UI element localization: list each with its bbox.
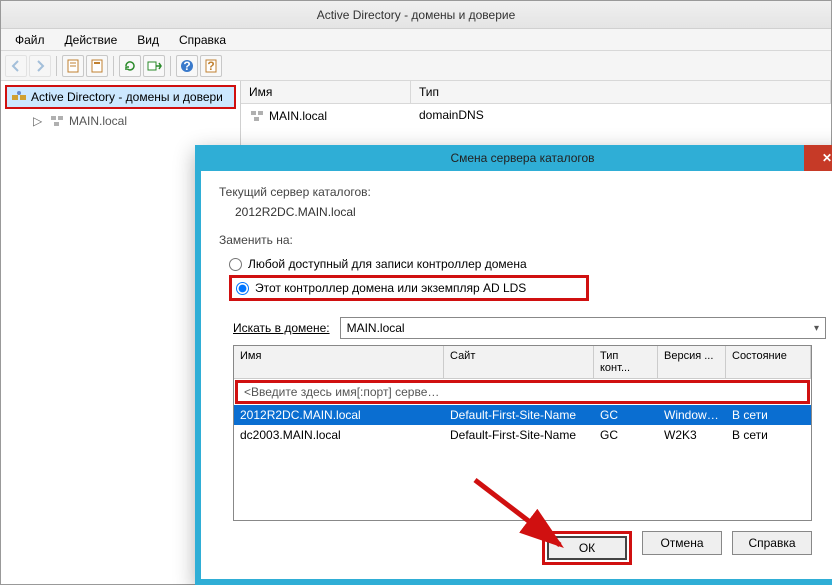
list-col-name[interactable]: Имя [241, 81, 411, 103]
list-col-type[interactable]: Тип [411, 81, 831, 103]
dc-cell-type: GC [594, 425, 658, 445]
list-header: Имя Тип [241, 81, 831, 104]
dc-col-version[interactable]: Версия ... [658, 346, 726, 378]
dc-cell-name: <Введите здесь имя[:порт] сервера кат... [238, 384, 448, 400]
dialog-titlebar[interactable]: Смена сервера каталогов ✕ [195, 145, 832, 171]
dc-row[interactable]: 2012R2DC.MAIN.localDefault-First-Site-Na… [234, 405, 811, 425]
help-icon: ? [179, 58, 195, 74]
dc-cell-type: GC [594, 405, 658, 425]
radio-this[interactable] [236, 282, 249, 295]
forward-icon [32, 58, 48, 74]
dc-cell-version: W2K3 [658, 425, 726, 445]
back-button[interactable] [5, 55, 27, 77]
properties-icon [89, 58, 105, 74]
close-button[interactable]: ✕ [804, 145, 832, 171]
domain-icon [49, 113, 65, 129]
replace-label: Заменить на: [219, 233, 826, 247]
titlebar: Active Directory - домены и доверие [1, 1, 831, 29]
tree-root-label: Active Directory - домены и довери [31, 90, 223, 104]
forward-button[interactable] [29, 55, 51, 77]
back-icon [8, 58, 24, 74]
search-label: Искать в домене: [233, 321, 330, 335]
properties-button[interactable] [86, 55, 108, 77]
menu-file[interactable]: Файл [5, 31, 55, 49]
dc-cell-site: Default-First-Site-Name [444, 425, 594, 445]
radio-any-row[interactable]: Любой доступный для записи контроллер до… [229, 257, 826, 271]
domain-combo-value: MAIN.local [347, 321, 405, 335]
tree-root[interactable]: Active Directory - домены и довери [5, 85, 236, 109]
export-button[interactable] [143, 55, 165, 77]
toolbar-sep2 [113, 56, 114, 76]
export-icon [146, 58, 162, 74]
dc-cell-state: В сети [726, 425, 811, 445]
radio-this-label: Этот контроллер домена или экземпляр AD … [255, 281, 526, 295]
dialog-buttons: ОК Отмена Справка [219, 521, 826, 569]
ok-button[interactable]: ОК [547, 536, 627, 560]
list-row-name: MAIN.local [269, 109, 327, 123]
menu-action[interactable]: Действие [55, 31, 128, 49]
window-title: Active Directory - домены и доверие [317, 8, 516, 22]
dc-col-name[interactable]: Имя [234, 346, 444, 378]
radio-any[interactable] [229, 258, 242, 271]
open-button[interactable] [62, 55, 84, 77]
tree-child-label: MAIN.local [69, 114, 127, 128]
dc-cell-version [662, 384, 730, 400]
radio-this-row[interactable]: Этот контроллер домена или экземпляр AD … [229, 275, 826, 301]
help2-icon: ? [203, 58, 219, 74]
dc-cell-name: 2012R2DC.MAIN.local [234, 405, 444, 425]
close-icon: ✕ [822, 151, 832, 165]
dc-cell-version: Windows... [658, 405, 726, 425]
ok-highlight: ОК [542, 531, 632, 565]
expand-icon[interactable]: ▷ [33, 114, 45, 128]
menu-view[interactable]: Вид [127, 31, 169, 49]
current-server-label: Текущий сервер каталогов: [219, 185, 826, 199]
toolbar-sep [56, 56, 57, 76]
menu-help[interactable]: Справка [169, 31, 236, 49]
radio-group: Любой доступный для записи контроллер до… [229, 253, 826, 305]
dc-cell-state: В сети [726, 405, 811, 425]
svg-text:?: ? [183, 59, 190, 73]
help-button[interactable]: ? [176, 55, 198, 77]
list-row-type: domainDNS [411, 106, 831, 126]
current-server-value: 2012R2DC.MAIN.local [235, 205, 826, 219]
refresh-button[interactable] [119, 55, 141, 77]
change-server-dialog: Смена сервера каталогов ✕ Текущий сервер… [195, 145, 832, 585]
radio-any-label: Любой доступный для записи контроллер до… [248, 257, 527, 271]
svg-text:?: ? [207, 59, 214, 73]
dc-cell-site [448, 384, 598, 400]
toolbar: ? ? [1, 51, 831, 81]
dc-cell-name: dc2003.MAIN.local [234, 425, 444, 445]
search-row: Искать в домене: MAIN.local ▾ [233, 317, 826, 339]
dialog-title: Смена сервера каталогов [450, 151, 594, 165]
cancel-button[interactable]: Отмена [642, 531, 722, 555]
tree-child[interactable]: ▷ MAIN.local [3, 111, 238, 131]
dc-col-site[interactable]: Сайт [444, 346, 594, 378]
dc-cell-site: Default-First-Site-Name [444, 405, 594, 425]
refresh-icon [122, 58, 138, 74]
toolbar-sep3 [170, 56, 171, 76]
dc-header: Имя Сайт Тип конт... Версия ... Состояни… [234, 346, 811, 379]
document-icon [65, 58, 81, 74]
dc-cell-type [598, 384, 662, 400]
dc-col-type[interactable]: Тип конт... [594, 346, 658, 378]
dc-row[interactable]: <Введите здесь имя[:порт] сервера кат... [235, 380, 810, 404]
domain-combo[interactable]: MAIN.local ▾ [340, 317, 826, 339]
dc-row[interactable]: dc2003.MAIN.localDefault-First-Site-Name… [234, 425, 811, 445]
list-row[interactable]: MAIN.local domainDNS [241, 104, 831, 128]
help2-button[interactable]: ? [200, 55, 222, 77]
menubar[interactable]: Файл Действие Вид Справка [1, 29, 831, 51]
dc-list: Имя Сайт Тип конт... Версия ... Состояни… [233, 345, 812, 521]
chevron-down-icon: ▾ [814, 323, 819, 334]
dc-cell-state [730, 384, 807, 400]
dialog-body: Текущий сервер каталогов: 2012R2DC.MAIN.… [201, 171, 832, 579]
dc-col-state[interactable]: Состояние [726, 346, 811, 378]
help-button[interactable]: Справка [732, 531, 812, 555]
ad-icon [11, 89, 27, 105]
domain-icon [249, 108, 265, 124]
